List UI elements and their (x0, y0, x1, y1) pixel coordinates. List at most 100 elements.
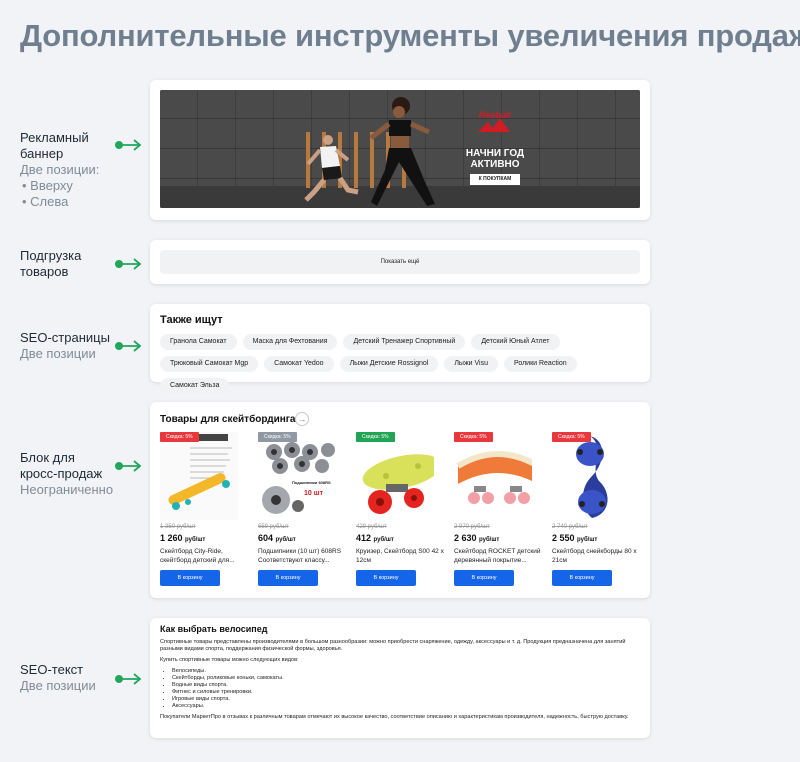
arrow-icon (115, 460, 142, 472)
tag-item[interactable]: Детский Тренажер Спортивный (343, 334, 466, 350)
male-runner-figure (304, 135, 359, 202)
seo-article-list: Велосипеды. Скейтборды, роликовые коньки… (172, 668, 642, 710)
list-item: Велосипеды. (172, 668, 642, 675)
product-image: Скидка: 5% (160, 432, 238, 520)
price: 412 руб/шт (356, 533, 444, 543)
goods-arrow-icon[interactable]: → (295, 412, 309, 426)
banner-shop-button[interactable]: К ПОКУПКАМ (470, 174, 520, 185)
label-banner-title: Рекламный баннер (20, 130, 89, 161)
page-title: Дополнительные инструменты увеличения пр… (20, 18, 800, 53)
arrow-icon (115, 340, 142, 352)
product-name[interactable]: Круизер, Скейтборд S00 42 x 12см (356, 547, 444, 565)
label-seo-pages: SEO-страницы Две позиции (20, 330, 110, 362)
brand-name: Reebok (478, 110, 512, 120)
label-banner-position-1: • Вверху (22, 178, 73, 193)
list-item: Водные виды спорта. (172, 682, 642, 689)
label-seo-text-subtitle: Две позиции (20, 678, 96, 693)
label-banner-position-2: • Слева (22, 194, 69, 209)
cross-sell-card: Товары для скейтбординга → Скидка: 5% 1 … (150, 402, 650, 598)
label-cross-subtitle: Неограниченно (20, 482, 114, 497)
price: 2 630 руб/шт (454, 533, 542, 543)
list-item: Скейтборды, роликовые коньки, самокаты. (172, 675, 642, 682)
seo-text-card: Как выбрать велосипед Спортивные товары … (150, 618, 650, 738)
list-item: Фитнес и силовые тренировки. (172, 689, 642, 696)
banner-card: Reebok НАЧНИ ГОД АКТИВНО К ПОКУПКАМ (150, 80, 650, 220)
old-price: 429 руб/шт (356, 524, 387, 530)
discount-badge: Скидка: 5% (356, 432, 395, 442)
add-to-cart-button[interactable]: В корзину (258, 570, 318, 586)
also-search-heading: Также ищут (160, 314, 223, 326)
add-to-cart-button[interactable]: В корзину (454, 570, 514, 586)
product-card[interactable]: Скидка: 5% 2 740 руб/шт 2 550 руб/шт Ске… (552, 432, 640, 586)
label-seo-pages-subtitle: Две позиции (20, 346, 96, 361)
tag-list: Гранола Самокат Маска для Фехтования Дет… (160, 334, 645, 394)
discount-badge: Скидка: 5% (258, 432, 297, 442)
tag-item[interactable]: Лыжи Детские Rossignol (339, 356, 439, 372)
label-seo-text: SEO-текст Две позиции (20, 662, 96, 694)
price-value: 604 (258, 533, 274, 543)
seo-article: Как выбрать велосипед Спортивные товары … (160, 624, 642, 725)
label-cross-title: Блок для кросс-продаж (20, 450, 103, 481)
tag-item[interactable]: Самокат Эльза (160, 378, 230, 394)
label-cross: Блок для кросс-продаж Неограниченно (20, 450, 113, 498)
old-price: 1 350 руб/шт (160, 524, 196, 530)
skateboard-icon (160, 432, 238, 520)
product-name[interactable]: Скейтборд City-Ride, скейтборд детский д… (160, 547, 248, 565)
female-runner-figure (369, 97, 435, 206)
product-card[interactable]: Скидка: 5% 2 970 руб/шт 2 630 руб/шт Ске… (454, 432, 542, 586)
bearings-count: 10 шт (304, 490, 323, 497)
list-item: Аксессуары. (172, 703, 642, 710)
cruiser-icon (356, 432, 434, 520)
old-price: 2 970 руб/шт (454, 524, 490, 530)
product-image: Подшипники 608RS 10 шт Скидка: 5% (258, 432, 336, 520)
seo-article-heading: Как выбрать велосипед (160, 624, 268, 634)
rocket-skateboard-icon (454, 432, 532, 520)
ad-banner[interactable]: Reebok НАЧНИ ГОД АКТИВНО К ПОКУПКАМ (160, 90, 640, 208)
price: 1 260 руб/шт (160, 533, 248, 543)
label-loadmore: Подгрузка товаров (20, 248, 81, 280)
price-unit: руб/шт (373, 537, 394, 543)
discount-badge: Скидка: 5% (454, 432, 493, 442)
add-to-cart-button[interactable]: В корзину (160, 570, 220, 586)
list-item: Игровые виды спорта. (172, 696, 642, 703)
product-card[interactable]: Подшипники 608RS 10 шт Скидка: 5% 659 ру… (258, 432, 346, 586)
banner-headline: НАЧНИ ГОД АКТИВНО (465, 148, 525, 170)
label-banner-subtitle: Две позиции: (20, 162, 100, 177)
discount-badge: Скидка: 5% (552, 432, 591, 442)
label-loadmore-title: Подгрузка товаров (20, 248, 82, 279)
price-value: 2 550 (552, 533, 575, 543)
seo-article-list-intro: Купить спортивные товары можно следующих… (160, 657, 299, 663)
tag-item[interactable]: Детский Юный Атлет (471, 334, 560, 350)
tag-item[interactable]: Ролики Reaction (503, 356, 577, 372)
bearings-caption: Подшипники 608RS (292, 480, 331, 485)
tag-item[interactable]: Самокат Yedoo (264, 356, 334, 372)
price: 604 руб/шт (258, 533, 346, 543)
show-more-button[interactable]: Показать ещё (160, 250, 640, 274)
arrow-icon (115, 258, 142, 270)
add-to-cart-button[interactable]: В корзину (356, 570, 416, 586)
product-card[interactable]: Скидка: 5% 1 350 руб/шт 1 260 руб/шт Ске… (160, 432, 248, 586)
product-name[interactable]: Подшипники (10 шт) 608RS Соответствуют к… (258, 547, 346, 565)
also-search-card: Также ищут Гранола Самокат Маска для Фех… (150, 304, 650, 394)
price-value: 412 (356, 533, 372, 543)
product-image: Скидка: 5% (552, 432, 630, 520)
price-unit: руб/шт (185, 537, 206, 543)
product-image: Скидка: 5% (356, 432, 434, 520)
arrow-icon (115, 673, 142, 685)
tag-item[interactable]: Лыжи Visu (444, 356, 498, 372)
seo-article-outro: Покупатели МаркетПро в отзывах к различн… (160, 714, 629, 720)
arrow-icon (115, 139, 142, 151)
product-name[interactable]: Скейтборд ROCKET детский деревянный покр… (454, 547, 542, 565)
product-card[interactable]: Скидка: 5% 429 руб/шт 412 руб/шт Круизер… (356, 432, 444, 586)
tag-item[interactable]: Трюковый Самокат Mgp (160, 356, 259, 372)
label-seo-text-title: SEO-текст (20, 662, 84, 677)
load-more-card: Показать ещё (150, 240, 650, 284)
add-to-cart-button[interactable]: В корзину (552, 570, 612, 586)
product-name[interactable]: Скейтборд снейкборды 80 x 21см (552, 547, 640, 565)
tag-item[interactable]: Гранола Самокат (160, 334, 237, 350)
bearings-icon (258, 432, 336, 520)
tag-item[interactable]: Маска для Фехтования (242, 334, 338, 350)
label-seo-pages-title: SEO-страницы (20, 330, 110, 345)
price-value: 1 260 (160, 533, 183, 543)
product-image: Скидка: 5% (454, 432, 532, 520)
